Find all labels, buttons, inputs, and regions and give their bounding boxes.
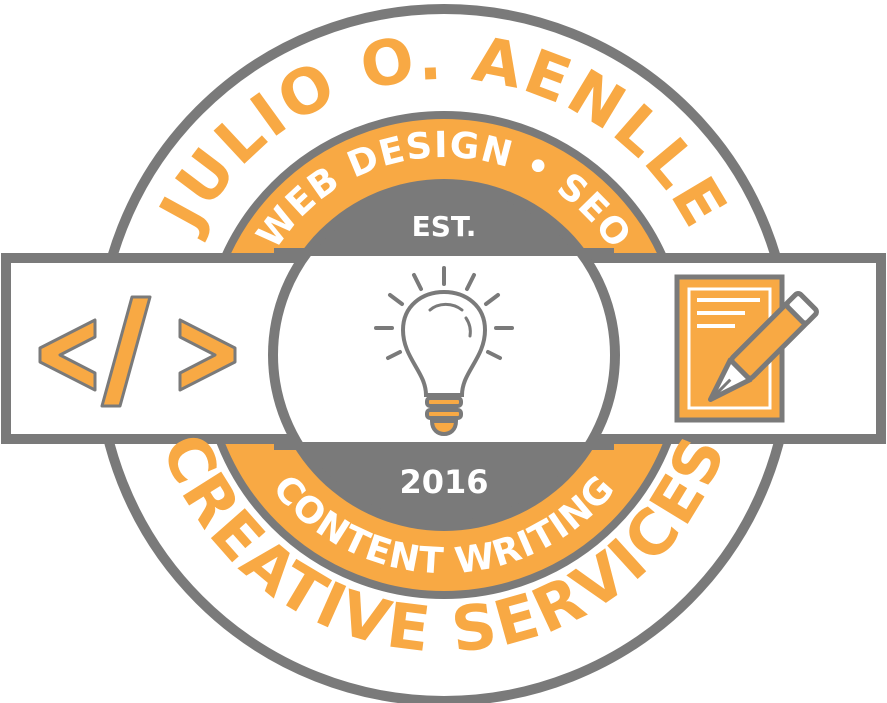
est-label: EST.	[412, 210, 477, 243]
year-label: 2016	[399, 463, 488, 501]
creative-services-badge: JULIO O. AENLLE CREATIVE SERVICES WEB DE…	[1, 4, 886, 703]
